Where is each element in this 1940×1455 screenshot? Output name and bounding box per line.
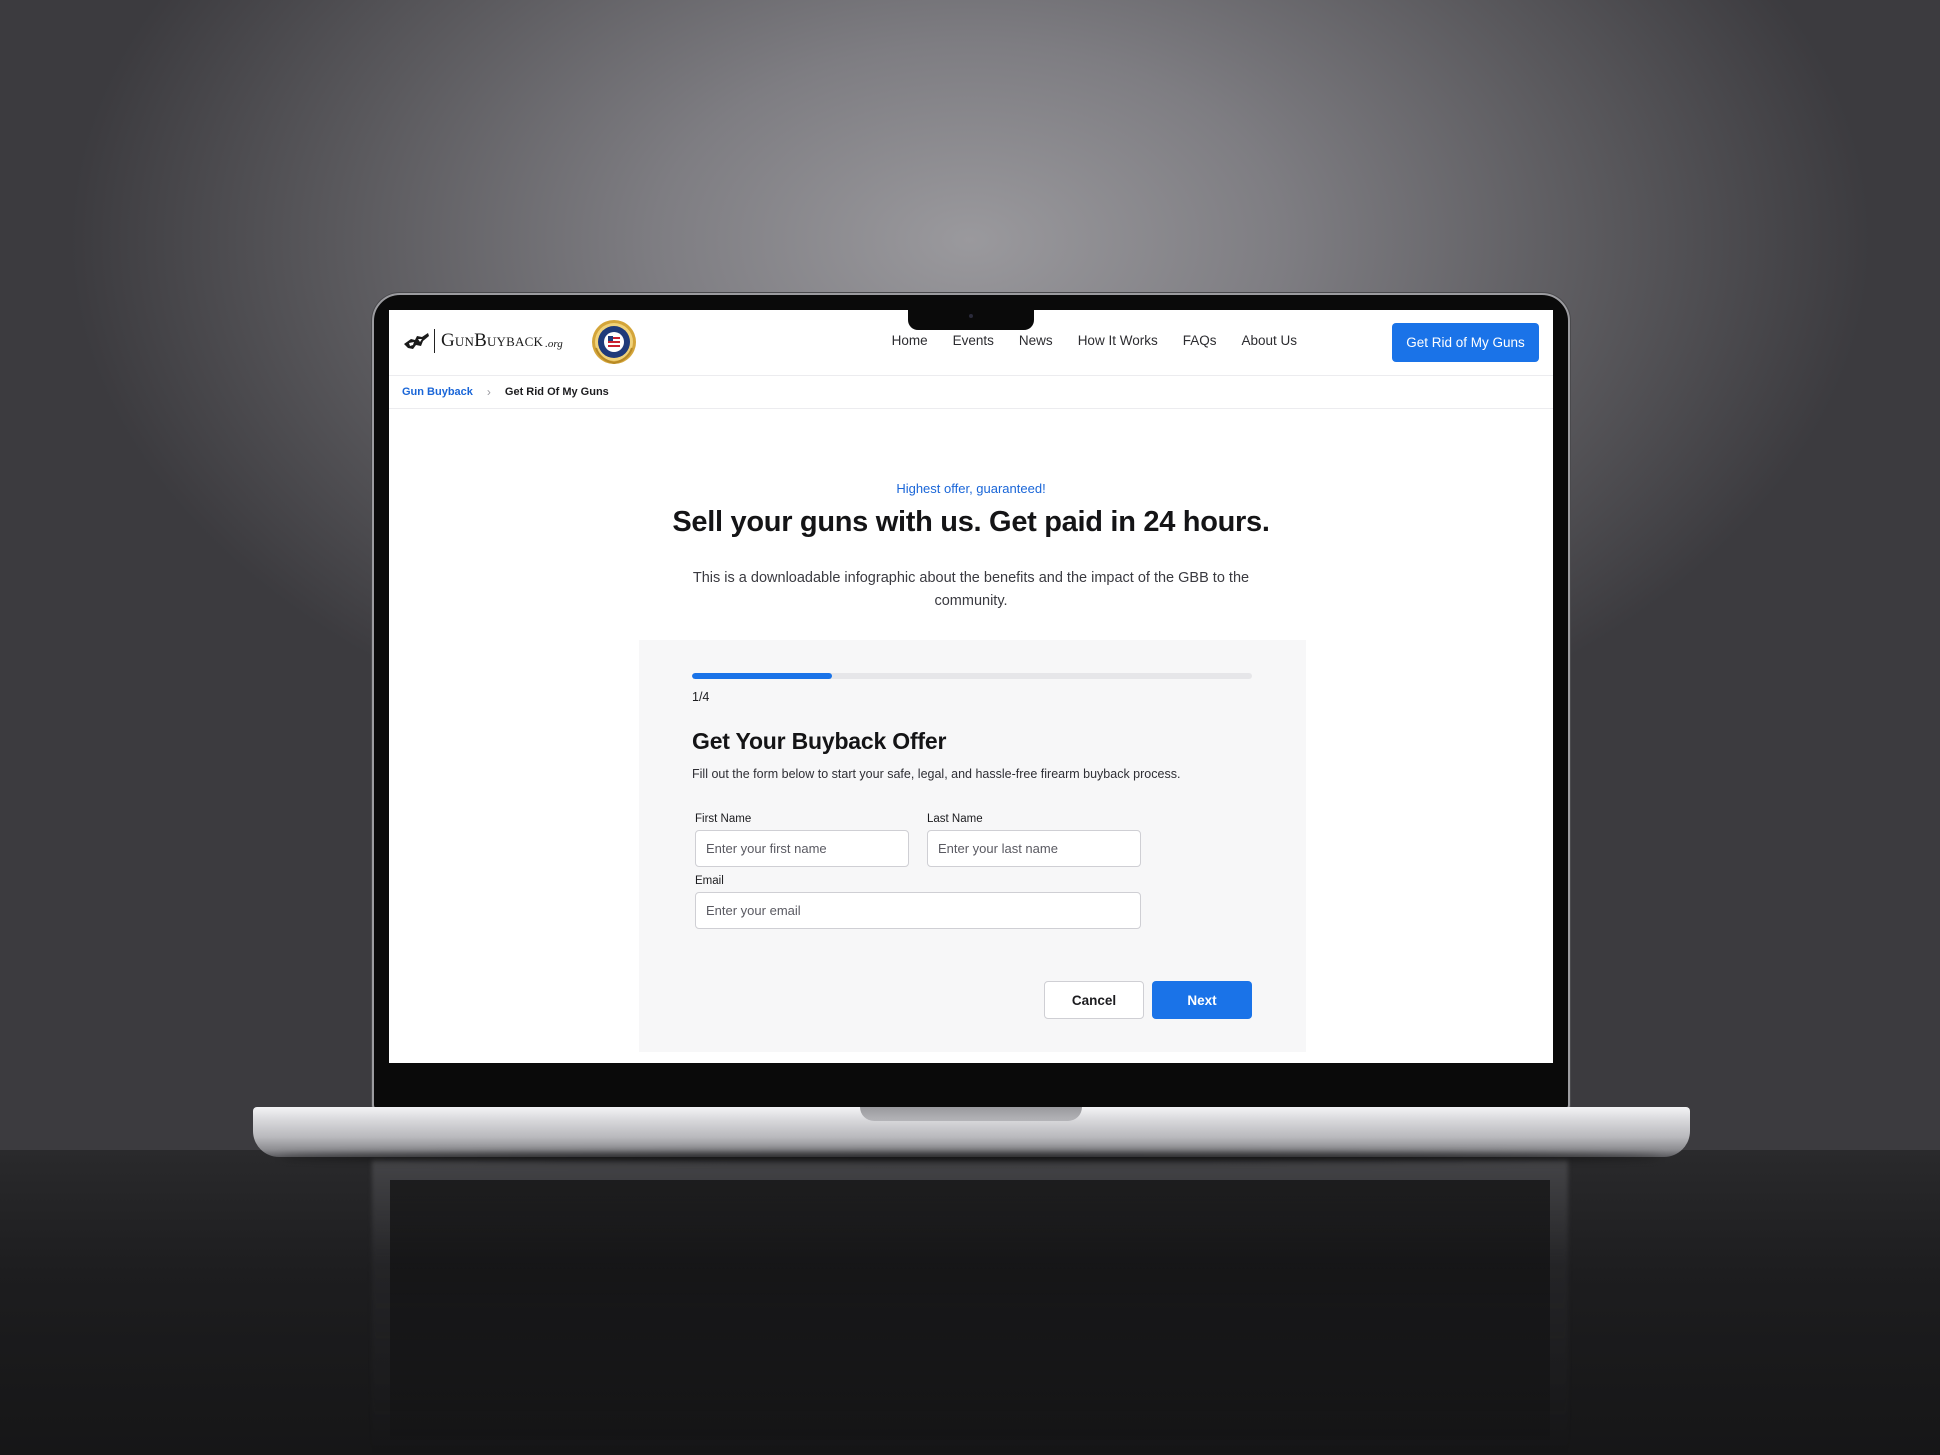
gun-logo-icon — [404, 333, 429, 349]
camera-icon — [969, 314, 973, 318]
hero-eyebrow: Highest offer, guaranteed! — [896, 481, 1046, 496]
email-label: Email — [695, 875, 724, 887]
nav-home[interactable]: Home — [892, 333, 928, 348]
step-indicator: 1/4 — [692, 690, 710, 704]
laptop-opening-lip — [860, 1107, 1082, 1121]
last-name-label: Last Name — [927, 813, 983, 825]
laptop-reflection-shadow — [390, 1180, 1550, 1440]
page-title: Sell your guns with us. Get paid in 24 h… — [672, 506, 1270, 538]
laptop-base-shadow — [280, 1152, 1660, 1162]
screen-bezel-bottom — [389, 1063, 1553, 1107]
buyback-form-card: 1/4 Get Your Buyback Offer Fill out the … — [639, 640, 1306, 1052]
site-logo[interactable]: GunBuyback .org — [402, 328, 563, 354]
breadcrumb: Gun Buyback › Get Rid Of My Guns — [389, 376, 1553, 409]
breadcrumb-home-link[interactable]: Gun Buyback — [402, 386, 473, 398]
get-rid-of-my-guns-button[interactable]: Get Rid of My Guns — [1392, 323, 1539, 362]
main-nav: Home Events News How It Works FAQs About… — [867, 333, 1297, 348]
hero-description: This is a downloadable infographic about… — [692, 570, 1250, 609]
chevron-right-icon: › — [486, 385, 491, 399]
progress-bar-fill — [692, 673, 832, 679]
first-name-label: First Name — [695, 813, 752, 825]
logo-wordmark: GunBuyback — [441, 330, 544, 351]
nav-events[interactable]: Events — [953, 333, 994, 348]
next-button[interactable]: Next — [1152, 981, 1252, 1019]
camera-notch — [908, 308, 1034, 330]
browser-viewport: GunBuyback .org Home Events News How It … — [389, 310, 1553, 1063]
seal-badge-icon — [592, 320, 636, 365]
logo-suffix: .org — [545, 338, 563, 350]
last-name-field[interactable] — [927, 830, 1141, 867]
email-field[interactable] — [695, 892, 1141, 929]
logo-divider — [434, 329, 435, 353]
form-title: Get Your Buyback Offer — [692, 728, 947, 754]
first-name-field[interactable] — [695, 830, 909, 867]
breadcrumb-current: Get Rid Of My Guns — [504, 386, 609, 398]
nav-about-us[interactable]: About Us — [1241, 333, 1297, 348]
cancel-button[interactable]: Cancel — [1044, 981, 1144, 1019]
nav-news[interactable]: News — [1019, 333, 1053, 348]
nav-faqs[interactable]: FAQs — [1183, 333, 1217, 348]
progress-bar — [692, 673, 1252, 679]
form-subtitle: Fill out the form below to start your sa… — [692, 767, 1181, 781]
nav-how-it-works[interactable]: How It Works — [1078, 333, 1158, 348]
